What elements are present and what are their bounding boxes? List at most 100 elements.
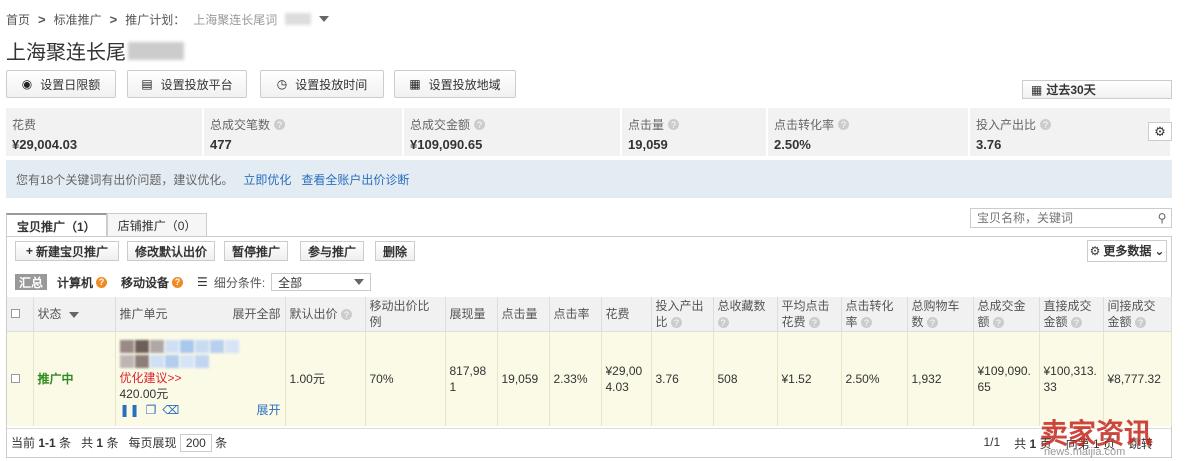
unit-limit: 420.00元 bbox=[119, 386, 169, 401]
set-time-button[interactable]: ◷ 设置投放时间 bbox=[260, 70, 384, 98]
stat-value: 2.50% bbox=[774, 137, 811, 152]
chevron-down-icon: ⌄ bbox=[1154, 244, 1165, 258]
col-roi[interactable]: 投入产出比 ? bbox=[651, 297, 714, 332]
new-item-promotion-button[interactable]: + 新建宝贝推广 bbox=[15, 241, 119, 261]
condition-select[interactable]: 全部 bbox=[271, 273, 372, 291]
col-cvr[interactable]: 点击转化率 ? bbox=[841, 297, 908, 332]
trash-icon[interactable]: ⌫ bbox=[162, 402, 179, 418]
copy-icon[interactable]: ❐ bbox=[146, 402, 157, 418]
col-status[interactable]: 状态 bbox=[33, 297, 116, 332]
roi-cell: 3.76 bbox=[651, 331, 714, 426]
col-total-gmv[interactable]: 总成交金额 ? bbox=[973, 297, 1040, 332]
product-title-blurred bbox=[119, 354, 281, 368]
table-row[interactable]: 推广中 优化建议>> 420.00元 ❚❚ ❐ ⌫ 展开 1.00元 70% 8… bbox=[7, 331, 1172, 426]
col-cost[interactable]: 花费 bbox=[601, 297, 652, 332]
redacted-block bbox=[285, 13, 312, 25]
set-daily-limit-button[interactable]: ◉ 设置日限额 bbox=[6, 70, 116, 98]
tab-shop-promotion[interactable]: 店铺推广（0） bbox=[106, 213, 208, 237]
search-input[interactable] bbox=[971, 209, 1153, 227]
help-icon[interactable]: ? bbox=[992, 317, 1004, 329]
filter-summary[interactable]: 汇总 bbox=[15, 274, 48, 290]
table-header-row: 状态 推广单元 展开全部 默认出价 ? 移动出价比例 展现量 点击量 点击率 花… bbox=[7, 297, 1172, 332]
clicks-cell: 19,059 bbox=[497, 331, 550, 426]
condition-label: 细分条件: bbox=[213, 275, 266, 290]
calendar-icon: ▦ bbox=[1031, 82, 1043, 97]
pause-icon[interactable]: ❚❚ bbox=[120, 402, 140, 418]
stat-gmv: 总成交金额? ¥109,090.65 bbox=[404, 108, 620, 156]
promotion-table: 状态 推广单元 展开全部 默认出价 ? 移动出价比例 展现量 点击量 点击率 花… bbox=[7, 297, 1172, 426]
optimize-now-link[interactable]: 立即优化 bbox=[243, 171, 291, 188]
col-default-bid[interactable]: 默认出价 ? bbox=[285, 297, 366, 332]
stat-roi: 投入产出比? 3.76 bbox=[970, 108, 1170, 156]
settings-button[interactable]: ⚙ bbox=[1148, 122, 1172, 141]
page-size-input[interactable]: 200 bbox=[179, 433, 212, 452]
set-platform-button[interactable]: ▤ 设置投放平台 bbox=[127, 70, 247, 98]
col-unit-label: 推广单元 bbox=[119, 306, 168, 321]
col-indirect-gmv[interactable]: 间接成交金额 ? bbox=[1103, 297, 1172, 332]
col-clicks[interactable]: 点击量 bbox=[497, 297, 550, 332]
select-all-checkbox[interactable] bbox=[11, 308, 20, 318]
col-ctr[interactable]: 点击率 bbox=[549, 297, 602, 332]
delete-button[interactable]: 删除 bbox=[375, 241, 415, 261]
help-icon[interactable]: ? bbox=[860, 317, 872, 329]
col-impressions-label: 展现量 bbox=[449, 306, 486, 321]
col-favorites[interactable]: 总收藏数 ? bbox=[713, 297, 778, 332]
help-icon[interactable]: ? bbox=[1070, 317, 1082, 329]
breadcrumb-standard[interactable]: 标准推广 bbox=[54, 11, 102, 28]
col-direct-gmv[interactable]: 直接成交金额 ? bbox=[1039, 297, 1104, 332]
search-icon[interactable]: ⚲ bbox=[1153, 211, 1171, 225]
footer-current: 当前 1-1 条 bbox=[11, 434, 71, 451]
expand-link[interactable]: 展开 bbox=[256, 402, 280, 418]
breadcrumb-home[interactable]: 首页 bbox=[6, 11, 30, 28]
help-icon[interactable]: ? bbox=[717, 317, 729, 329]
per-page-unit: 条 bbox=[215, 435, 228, 450]
row-checkbox-cell bbox=[7, 331, 34, 426]
more-data-button[interactable]: ⚙ 更多数据 ⌄ bbox=[1087, 240, 1167, 262]
footer-current-unit: 条 bbox=[59, 436, 72, 450]
date-range-label: 过去30天 bbox=[1046, 83, 1096, 97]
help-icon[interactable]: ? bbox=[1040, 119, 1052, 130]
filter-computer[interactable]: 计算机? bbox=[53, 274, 111, 290]
set-region-button[interactable]: ▦ 设置投放地域 bbox=[394, 70, 516, 98]
tab-item-promotion[interactable]: 宝贝推广（1） bbox=[6, 213, 107, 237]
ctr-cell: 2.33% bbox=[549, 331, 602, 426]
join-button[interactable]: 参与推广 bbox=[300, 241, 364, 261]
row-checkbox[interactable] bbox=[11, 373, 20, 383]
help-icon[interactable]: ? bbox=[670, 317, 682, 329]
help-icon[interactable]: ? bbox=[274, 119, 286, 130]
more-data-label: 更多数据 bbox=[1103, 243, 1152, 258]
help-icon[interactable]: ? bbox=[926, 317, 938, 329]
col-avg-cpc[interactable]: 平均点击花费 ? bbox=[777, 297, 842, 332]
col-direct-gmv-label: 直接成交金额 bbox=[1043, 298, 1092, 329]
date-range-select[interactable]: ▦ 过去30天 bbox=[1022, 80, 1172, 99]
page-of: 1/1 bbox=[983, 435, 1001, 449]
filter-mobile-label: 移动设备 bbox=[121, 275, 170, 290]
money-bag-icon: ◉ bbox=[21, 77, 33, 91]
col-mobile-ratio[interactable]: 移动出价比例 bbox=[365, 297, 446, 332]
help-icon[interactable]: ? bbox=[172, 276, 184, 288]
optimize-suggestion-link[interactable]: 优化建议>> bbox=[120, 370, 281, 386]
col-favorites-label: 总收藏数 bbox=[717, 298, 766, 313]
col-carts[interactable]: 总购物车数 ? bbox=[907, 297, 974, 332]
account-diagnosis-link[interactable]: 查看全账户出价诊断 bbox=[301, 171, 409, 188]
filter-mobile[interactable]: 移动设备? bbox=[117, 274, 187, 290]
help-icon[interactable]: ? bbox=[340, 309, 352, 321]
help-icon[interactable]: ? bbox=[808, 317, 820, 329]
expand-all-link[interactable]: 展开全部 bbox=[232, 306, 280, 322]
help-icon[interactable]: ? bbox=[668, 119, 680, 130]
col-impressions[interactable]: 展现量 bbox=[445, 297, 498, 332]
help-icon[interactable]: ? bbox=[474, 119, 486, 130]
help-icon[interactable]: ? bbox=[1134, 317, 1146, 329]
help-icon[interactable]: ? bbox=[96, 276, 108, 288]
product-thumbnail-blurred[interactable] bbox=[119, 339, 281, 353]
pause-button[interactable]: 暂停推广 bbox=[224, 241, 288, 261]
breadcrumb-plan-name[interactable]: 上海聚连长尾词 bbox=[193, 11, 277, 28]
default-bid-cell[interactable]: 1.00元 bbox=[285, 331, 366, 426]
stat-cost: 花费 ¥29,004.03 bbox=[6, 108, 202, 156]
help-icon[interactable]: ? bbox=[838, 119, 850, 130]
stat-label: 点击量 bbox=[628, 118, 665, 132]
chevron-down-icon[interactable] bbox=[319, 16, 330, 22]
stat-cvr: 点击转化率? 2.50% bbox=[768, 108, 968, 156]
edit-default-bid-button[interactable]: 修改默认出价 bbox=[127, 241, 215, 261]
unit-cell: 优化建议>> 420.00元 ❚❚ ❐ ⌫ 展开 bbox=[115, 331, 286, 426]
